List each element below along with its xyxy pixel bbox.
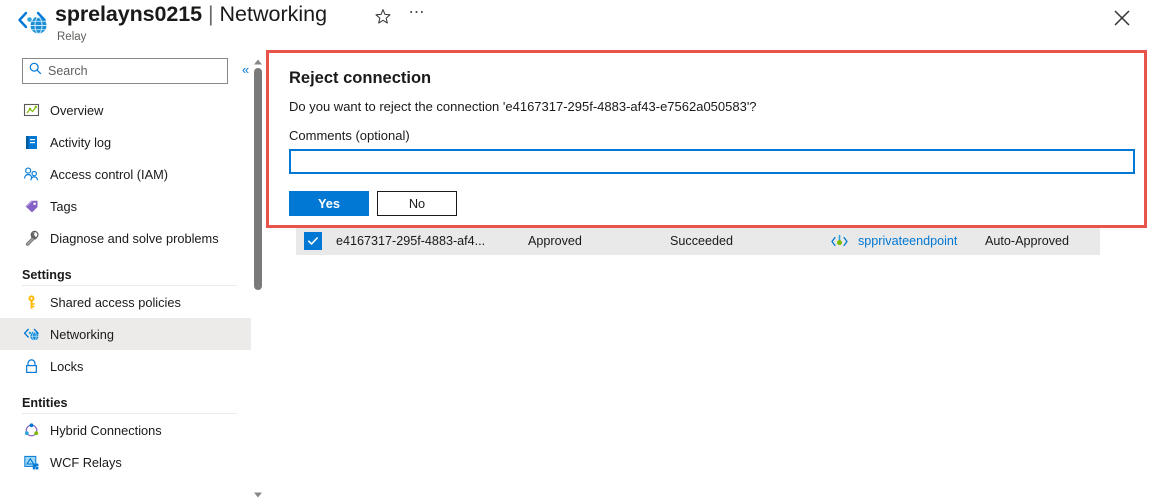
page-title: Networking: [219, 2, 328, 26]
sidebar-item-networking[interactable]: Networking: [0, 318, 251, 350]
private-endpoint-link[interactable]: spprivateendpoint: [858, 234, 957, 248]
activity-log-icon: [22, 133, 40, 151]
cell-private-endpoint[interactable]: spprivateendpoint: [830, 232, 985, 250]
search-input[interactable]: [42, 64, 202, 78]
scroll-down-arrow-icon[interactable]: [253, 487, 263, 498]
cell-connection-state: Approved: [528, 234, 582, 248]
cell-provisioning-state: Succeeded: [670, 234, 734, 248]
sidebar-group-settings: Settings: [22, 268, 72, 282]
sidebar-search-row: «: [0, 58, 258, 86]
scroll-up-arrow-icon[interactable]: [253, 54, 263, 65]
sidebar-item-label: Hybrid Connections: [50, 422, 162, 438]
sidebar-item-label: Overview: [50, 102, 104, 118]
sidebar-item-locks[interactable]: Locks: [0, 350, 251, 382]
sidebar-item-label: WCF Relays: [50, 454, 122, 470]
dialog-question: Do you want to reject the connection 'e4…: [289, 99, 757, 114]
wcf-relays-icon: [22, 453, 40, 471]
lock-icon: [22, 357, 40, 375]
sidebar-item-wcf-relays[interactable]: WCF Relays: [0, 446, 251, 478]
blade-sidebar: « Overview: [0, 46, 258, 503]
close-icon[interactable]: [1111, 7, 1133, 29]
tags-icon: [22, 197, 40, 215]
title-separator: |: [207, 2, 214, 26]
blade-header: sprelayns0215 | Networking Relay ⋯: [0, 0, 1155, 46]
row-checkbox[interactable]: [304, 232, 322, 250]
sidebar-item-access-control[interactable]: Access control (IAM): [0, 158, 251, 190]
sidebar-item-label: Diagnose and solve problems: [50, 230, 219, 246]
sidebar-item-diagnose[interactable]: Diagnose and solve problems: [0, 222, 251, 254]
relay-icon: [16, 7, 50, 39]
search-box[interactable]: [22, 58, 228, 84]
sidebar-nav-list: Overview Activity log Access control (IA…: [0, 94, 251, 503]
sidebar-item-activity-log[interactable]: Activity log: [0, 126, 251, 158]
yes-button[interactable]: Yes: [289, 191, 369, 216]
comments-input[interactable]: [289, 149, 1135, 174]
sidebar-item-hybrid-connections[interactable]: Hybrid Connections: [0, 414, 251, 446]
diagnose-icon: [22, 229, 40, 247]
sidebar-scrollbar[interactable]: [252, 46, 264, 503]
highlight-box: Reject connection Do you want to reject …: [266, 50, 1147, 228]
resource-type-label: Relay: [57, 31, 87, 43]
dialog-title: Reject connection: [289, 69, 432, 87]
sidebar-item-label: Tags: [50, 198, 78, 214]
sidebar-item-overview[interactable]: Overview: [0, 94, 251, 126]
sidebar-item-label: Shared access policies: [50, 294, 181, 310]
resource-name: sprelayns0215: [55, 2, 202, 26]
sidebar-group-entities: Entities: [22, 396, 68, 410]
networking-icon: [22, 325, 40, 343]
ellipsis-icon[interactable]: ⋯: [406, 5, 428, 28]
sidebar-item-tags[interactable]: Tags: [0, 190, 251, 222]
search-icon: [29, 62, 42, 80]
overview-icon: [22, 101, 40, 119]
dialog-actions: Yes No: [289, 191, 1124, 216]
private-endpoint-icon: [830, 232, 850, 250]
cell-connection-name: e4167317-295f-4883-af4...: [336, 234, 486, 248]
reject-connection-dialog: Reject connection Do you want to reject …: [269, 53, 1144, 225]
sidebar-item-label: Activity log: [50, 134, 112, 150]
hybrid-connections-icon: [22, 421, 40, 439]
table-row[interactable]: e4167317-295f-4883-af4... Approved Succe…: [296, 227, 1100, 255]
access-control-icon: [22, 165, 40, 183]
star-icon[interactable]: [374, 8, 392, 26]
sidebar-item-label: Networking: [50, 326, 115, 342]
comments-label: Comments (optional): [289, 128, 410, 143]
sidebar-item-label: Access control (IAM): [50, 166, 169, 182]
sidebar-item-shared-access-policies[interactable]: Shared access policies: [0, 286, 251, 318]
no-button[interactable]: No: [377, 191, 457, 216]
blade-title-group: sprelayns0215 | Networking Relay: [55, 0, 327, 46]
key-icon: [22, 293, 40, 311]
cell-description: Auto-Approved: [985, 234, 1070, 248]
azure-portal-blade: sprelayns0215 | Networking Relay ⋯ Searc…: [0, 0, 1155, 503]
scrollbar-thumb[interactable]: [254, 68, 262, 290]
sidebar-item-label: Locks: [50, 358, 84, 374]
